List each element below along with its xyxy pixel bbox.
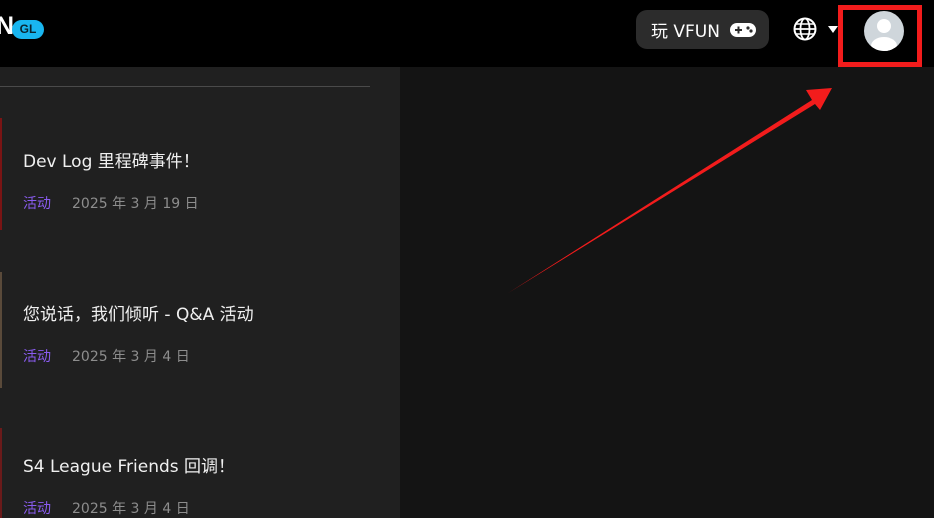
top-navigation-bar: N GL 玩 VFUN [0,0,934,67]
list-divider [0,86,370,87]
article-title[interactable]: 您说话，我们倾听 - Q&A 活动 [23,300,254,325]
article-date: 2025 年 3 月 4 日 [72,501,190,517]
gamepad-icon [730,23,756,37]
article-thumbnail[interactable] [0,272,2,388]
article-date: 2025 年 3 月 4 日 [72,349,190,365]
news-list-panel [0,67,400,518]
content-panel [400,67,934,518]
article-tag[interactable]: 活动 [23,346,51,366]
article-thumbnail[interactable] [0,118,2,230]
region-badge[interactable]: GL [12,20,44,39]
article-title[interactable]: S4 League Friends 回调！ [23,452,235,477]
article-title[interactable]: Dev Log 里程碑事件！ [23,147,200,172]
article-tag[interactable]: 活动 [23,193,51,213]
article-thumbnail[interactable] [0,428,2,518]
play-vfun-label: 玩 VFUN [651,22,720,42]
play-vfun-button[interactable]: 玩 VFUN [636,10,769,49]
globe-icon[interactable] [793,17,817,41]
profile-highlight-box [838,5,922,67]
article-date: 2025 年 3 月 19 日 [72,196,199,212]
article-tag[interactable]: 活动 [23,498,51,518]
